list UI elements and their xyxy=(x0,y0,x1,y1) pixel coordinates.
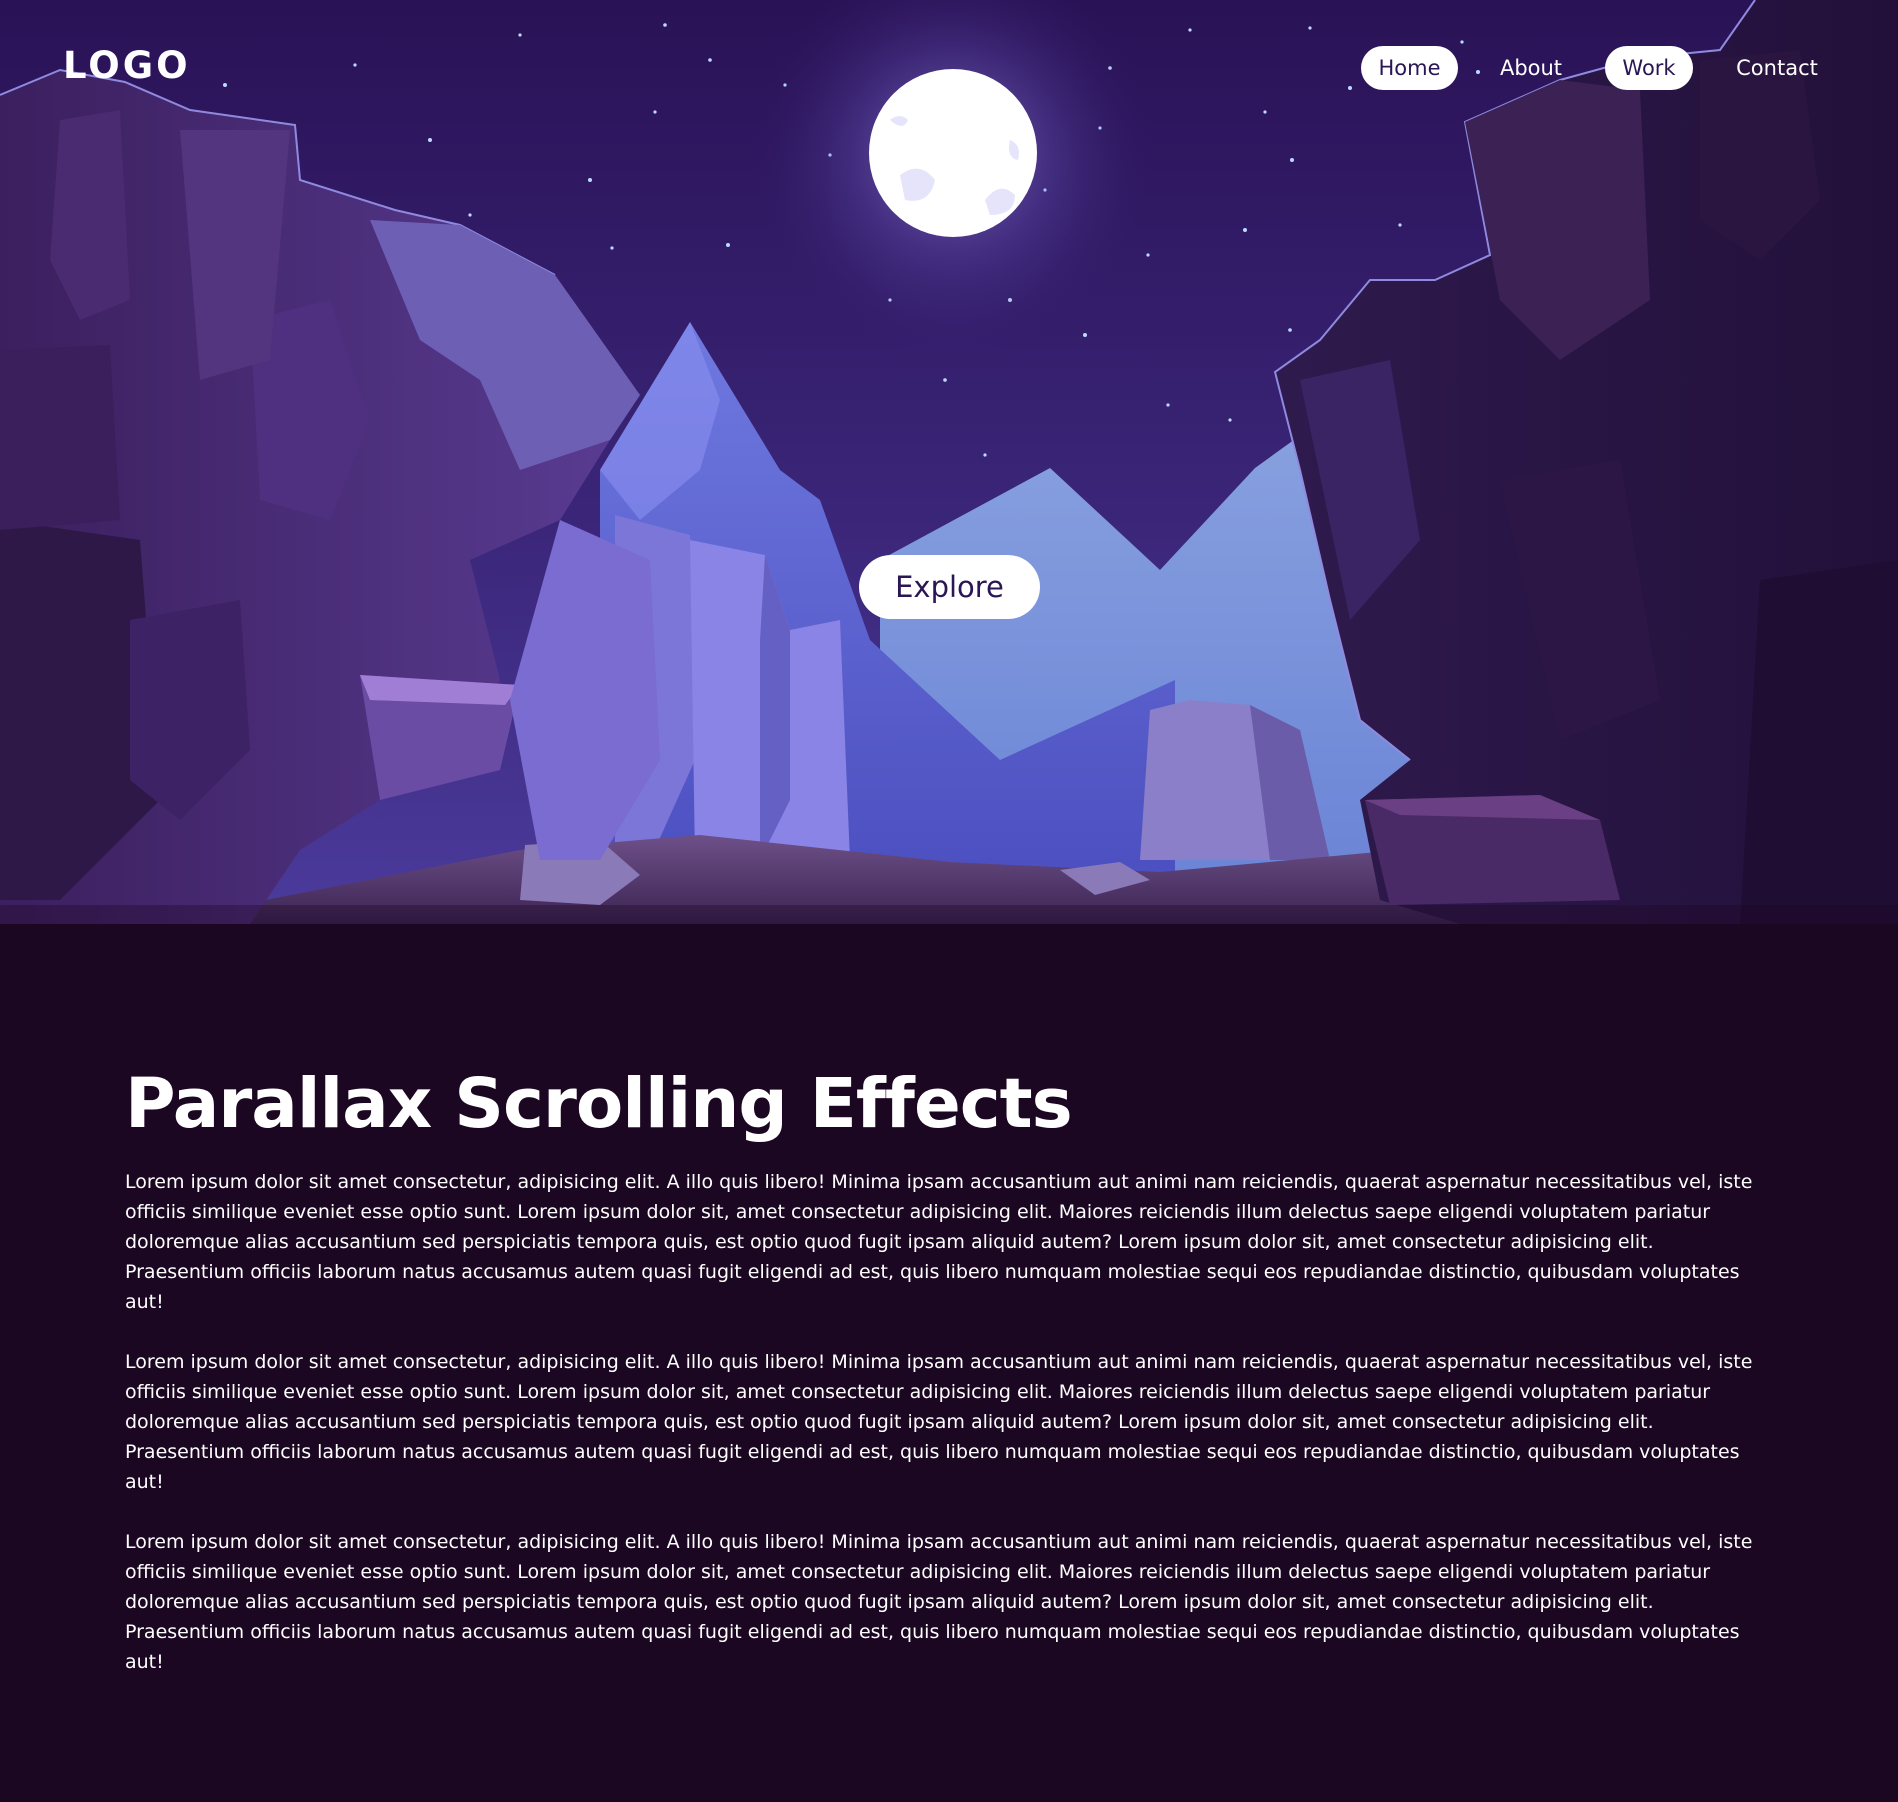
night-canyon-illustration xyxy=(0,0,1898,924)
body-paragraph: Lorem ipsum dolor sit amet consectetur, … xyxy=(125,1171,1753,1313)
top-navigation: LOGO Home About Work Contact xyxy=(0,0,1898,136)
explore-button[interactable]: Explore xyxy=(859,555,1040,619)
body-paragraph: Lorem ipsum dolor sit amet consectetur, … xyxy=(125,1351,1753,1493)
nav-work-link[interactable]: Work xyxy=(1605,46,1693,90)
nav-about-link[interactable]: About xyxy=(1484,46,1578,90)
body-paragraph: Lorem ipsum dolor sit amet consectetur, … xyxy=(125,1531,1753,1673)
page: LOGO Home About Work Contact Explore Par… xyxy=(0,0,1898,1802)
content-section: Parallax Scrolling Effects Lorem ipsum d… xyxy=(0,924,1898,1802)
nav-home-link[interactable]: Home xyxy=(1361,46,1458,90)
hero-section: LOGO Home About Work Contact Explore xyxy=(0,0,1898,924)
logo[interactable]: LOGO xyxy=(63,44,191,87)
page-title: Parallax Scrolling Effects xyxy=(125,1064,1073,1144)
nav-contact-link[interactable]: Contact xyxy=(1724,46,1830,90)
